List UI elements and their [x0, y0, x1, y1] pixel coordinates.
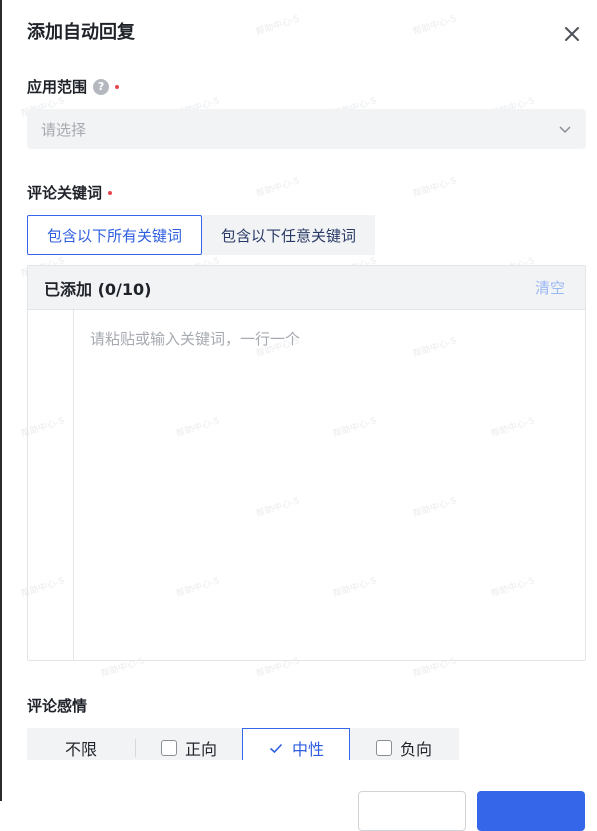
dialog-title: 添加自动回复 [27, 22, 135, 43]
keywords-label: 评论关键词 [27, 184, 103, 202]
watermark: 帮助中心-5 [255, 176, 301, 200]
checkbox[interactable] [375, 740, 392, 756]
watermark: 帮助中心-5 [412, 14, 458, 38]
checkmark-icon[interactable] [268, 740, 284, 756]
keyword-input-area[interactable]: 请粘贴或输入关键词，一行一个 [28, 310, 585, 660]
keyword-count: 已添加 (0/10) [44, 279, 152, 299]
required-dot [115, 84, 120, 89]
line-number-gutter [28, 310, 74, 660]
scope-label-row: 应用范围 ? [27, 76, 120, 97]
sentiment-option-label: 中性 [291, 740, 324, 759]
keywords-label-row: 评论关键词 [27, 182, 113, 203]
keyword-editor-header: 已添加 (0/10) 清空 [28, 266, 585, 310]
keyword-input-placeholder: 请粘贴或输入关键词，一行一个 [90, 330, 301, 348]
checkbox[interactable] [160, 740, 177, 756]
clear-button[interactable]: 清空 [535, 277, 565, 298]
match-mode-toggle: 包含以下所有关键词 包含以下任意关键词 [27, 215, 376, 255]
keyword-editor: 已添加 (0/10) 清空 请粘贴或输入关键词，一行一个 [27, 265, 586, 661]
chevron-down-icon [559, 126, 571, 134]
scope-select-placeholder: 请选择 [41, 120, 87, 139]
sentiment-option-label: 不限 [64, 740, 97, 759]
cancel-button[interactable] [358, 791, 466, 831]
sentiment-label: 评论感情 [27, 697, 88, 715]
sentiment-option-label: 正向 [184, 740, 217, 759]
close-icon[interactable] [560, 22, 584, 46]
sentiment-option-label: 负向 [399, 740, 432, 759]
match-mode-all[interactable]: 包含以下所有关键词 [27, 215, 203, 255]
scope-select[interactable]: 请选择 [27, 109, 586, 149]
watermark: 帮助中心-5 [412, 176, 458, 200]
match-mode-any[interactable]: 包含以下任意关键词 [202, 215, 376, 255]
scope-label: 应用范围 [27, 78, 88, 96]
help-circle-icon[interactable]: ? [93, 78, 110, 95]
watermark: 帮助中心-5 [255, 14, 301, 38]
window-left-edge [0, 0, 2, 801]
required-dot [108, 190, 113, 195]
confirm-button[interactable] [477, 791, 585, 831]
